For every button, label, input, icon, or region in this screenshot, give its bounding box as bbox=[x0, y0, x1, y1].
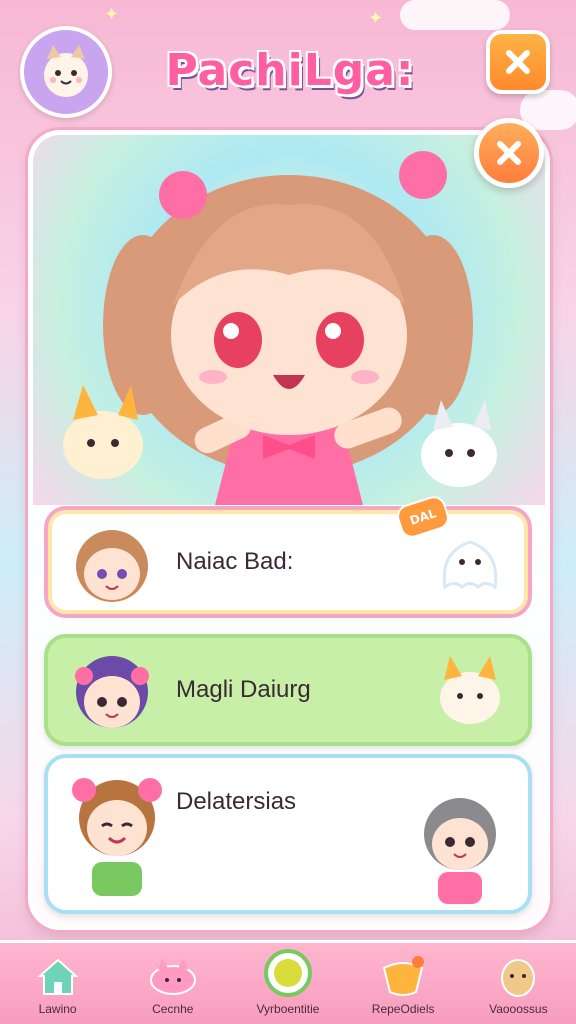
list-item-label: Delatersias bbox=[176, 788, 297, 815]
bottom-navigation: Lawino Cecnhe Vyrboentitie RepeOdiels Va… bbox=[0, 940, 576, 1024]
close-icon bbox=[506, 50, 530, 74]
hero-illustration bbox=[33, 135, 545, 505]
nav-label: Vaooossus bbox=[489, 1002, 548, 1016]
nav-item-vaooossus[interactable]: Vaooossus bbox=[463, 954, 573, 1016]
character-avatar-icon bbox=[76, 530, 148, 602]
close-icon bbox=[497, 141, 521, 165]
character-avatar-icon bbox=[72, 778, 162, 896]
close-button[interactable] bbox=[486, 30, 550, 94]
character-icon bbox=[501, 959, 536, 997]
nav-label: RepeOdiels bbox=[371, 1002, 435, 1016]
header: PachiLga: bbox=[0, 0, 576, 120]
app-title: PachiLga: bbox=[165, 44, 415, 96]
nav-item-repeodiels[interactable]: RepeOdiels bbox=[348, 954, 458, 1016]
nav-label: Lawino bbox=[38, 1002, 77, 1016]
candy-icon bbox=[382, 956, 425, 996]
nav-item-cecnhe[interactable]: Cecnhe bbox=[118, 954, 228, 1016]
list-item-label: Naiac Bad: bbox=[176, 548, 294, 575]
character-avatar-icon bbox=[424, 798, 496, 904]
list-item[interactable]: Magli Daiurg bbox=[44, 634, 532, 746]
nav-item-home[interactable]: Lawino bbox=[3, 954, 113, 1016]
nav-label: Vyrboentitie bbox=[256, 1002, 320, 1016]
ghost-icon bbox=[442, 540, 498, 590]
card-close-button[interactable] bbox=[474, 118, 544, 188]
house-icon bbox=[36, 958, 79, 995]
cat-icon bbox=[440, 656, 500, 724]
list-item-label: Magli Daiurg bbox=[176, 676, 311, 703]
nav-label: Cecnhe bbox=[152, 1002, 194, 1016]
list-item[interactable]: Naiac Bad: bbox=[44, 506, 532, 618]
character-avatar-icon bbox=[75, 656, 149, 728]
list-item[interactable]: Delatersias bbox=[44, 754, 532, 914]
chibi-character-illustration bbox=[63, 151, 497, 505]
coin-icon bbox=[263, 949, 312, 997]
cat-avatar-icon bbox=[44, 45, 88, 97]
nav-item-vyrboentitie[interactable]: Vyrboentitie bbox=[233, 948, 343, 1016]
cat-cloud-icon bbox=[149, 958, 196, 995]
profile-avatar[interactable] bbox=[20, 26, 112, 118]
